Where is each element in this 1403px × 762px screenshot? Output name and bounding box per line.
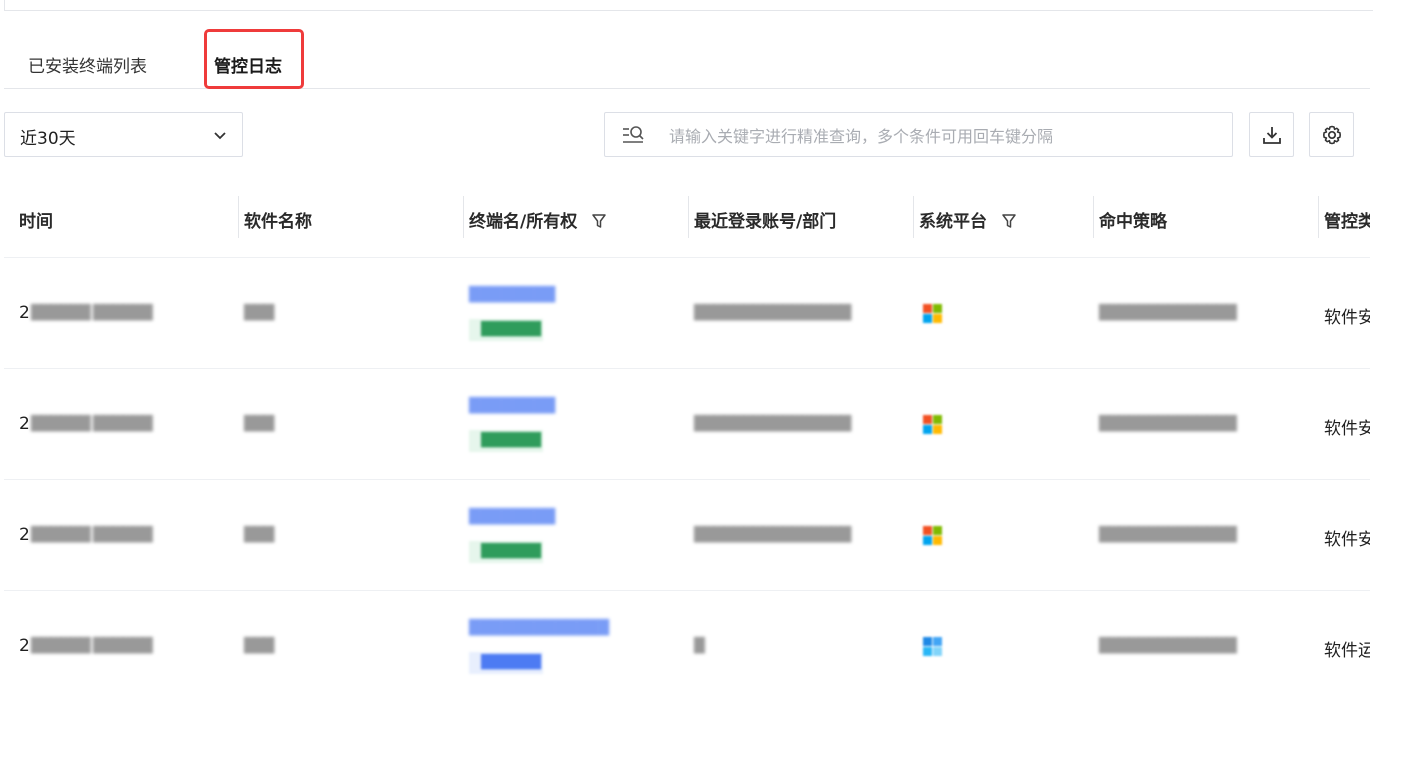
row-divider <box>4 590 1370 591</box>
search-filter-icon <box>623 126 644 143</box>
hit-policy-redacted: ██████████████ <box>1099 527 1237 543</box>
column-time: 时间 <box>19 212 53 232</box>
control-type-clip: 软件安 <box>1320 525 1370 549</box>
control-type-clip: 软件运 <box>1320 636 1370 660</box>
time-cell: 2 <box>19 525 30 545</box>
time-cell: 2 <box>19 414 30 434</box>
hit-policy-redacted: ██████████████ <box>1099 416 1237 432</box>
column-divider <box>463 196 464 238</box>
download-button[interactable] <box>1249 112 1294 157</box>
column-last-login: 最近登录账号/部门 <box>694 212 837 232</box>
tab-bar: 已安装终端列表 管控日志 <box>4 28 1370 89</box>
column-software-name: 软件名称 <box>244 212 312 232</box>
time-range-value: 近30天 <box>20 129 76 149</box>
row-divider <box>4 479 1370 480</box>
download-icon <box>1263 127 1281 144</box>
time-value-redacted: ██████ ██████ <box>31 638 153 654</box>
software-name-redacted: ███ <box>244 527 274 543</box>
terminal-name-link[interactable]: ████████ <box>469 398 555 414</box>
column-divider <box>913 196 914 238</box>
software-name-redacted: ███ <box>244 638 274 654</box>
column-platform: 系统平台 <box>919 207 1017 232</box>
gear-icon <box>1323 125 1341 145</box>
windows-icon <box>923 526 943 546</box>
control-type-clip: 软件安 <box>1320 414 1370 438</box>
time-range-select[interactable]: 近30天 <box>4 112 243 157</box>
control-type-clip: 软件安 <box>1320 303 1370 327</box>
top-panel-edge <box>4 0 1390 11</box>
ownership-tag: ██████ <box>469 541 543 563</box>
hit-policy-redacted: ██████████████ <box>1099 638 1237 654</box>
login-account-redacted: ████████████████ <box>694 416 851 432</box>
settings-button[interactable] <box>1309 112 1354 157</box>
time-value-redacted: ██████ ██████ <box>31 416 153 432</box>
time-value-redacted: ██████ ██████ <box>31 527 153 543</box>
row-divider <box>4 368 1370 369</box>
hit-policy-redacted: ██████████████ <box>1099 305 1237 321</box>
terminal-name-link[interactable]: ████████ <box>469 509 555 525</box>
control-type-cell: 软件安 <box>1324 308 1370 327</box>
column-divider <box>688 196 689 238</box>
filter-icon[interactable] <box>591 213 607 229</box>
column-divider <box>1318 196 1319 238</box>
chevron-down-icon <box>214 132 226 140</box>
search-box[interactable] <box>604 112 1233 157</box>
software-name-redacted: ███ <box>244 416 274 432</box>
column-terminal-owner-label: 终端名/所有权 <box>469 212 578 232</box>
tab-installed-terminals[interactable]: 已安装终端列表 <box>28 52 147 77</box>
windows-icon <box>923 415 943 435</box>
ownership-tag: ██████ <box>469 652 543 674</box>
windows-icon <box>923 304 943 324</box>
row-divider <box>4 257 1370 258</box>
software-name-redacted: ███ <box>244 305 274 321</box>
time-cell: 2 <box>19 636 30 656</box>
column-platform-label: 系统平台 <box>919 212 987 232</box>
column-hit-policy: 命中策略 <box>1099 212 1167 232</box>
column-divider <box>238 196 239 238</box>
column-control-type: 管控类 <box>1324 212 1370 231</box>
right-edge <box>1373 0 1403 762</box>
ownership-tag: ██████ <box>469 319 543 341</box>
login-account-redacted: █ <box>694 638 705 654</box>
terminal-name-link[interactable]: █████████████ <box>469 620 609 636</box>
login-account-redacted: ████████████████ <box>694 305 851 321</box>
column-terminal-owner: 终端名/所有权 <box>469 207 607 232</box>
column-divider <box>1093 196 1094 238</box>
time-cell: 2 <box>19 303 30 323</box>
tab-control-log[interactable]: 管控日志 <box>214 52 282 77</box>
search-input[interactable] <box>667 121 1221 151</box>
windows-icon <box>923 637 943 657</box>
terminal-name-link[interactable]: ████████ <box>469 287 555 303</box>
filter-icon[interactable] <box>1001 213 1017 229</box>
control-type-cell: 软件安 <box>1324 530 1370 549</box>
ownership-tag: ██████ <box>469 430 543 452</box>
control-type-cell: 软件运 <box>1324 641 1370 660</box>
login-account-redacted: ████████████████ <box>694 527 851 543</box>
column-control-type-clip: 管控类 <box>1320 207 1370 231</box>
control-type-cell: 软件安 <box>1324 419 1370 438</box>
time-value-redacted: ██████ ██████ <box>31 305 153 321</box>
